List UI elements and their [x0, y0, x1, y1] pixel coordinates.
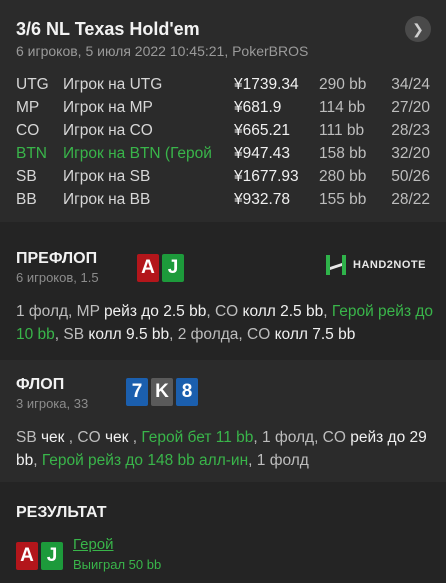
player-position: CO	[16, 122, 40, 139]
player-stats: 28/22	[391, 191, 430, 208]
players-table: UTG Игрок на UTG ¥1739.34 290 bb 34/24 M…	[0, 74, 446, 212]
player-stack-bb: 114 bb	[319, 99, 366, 116]
player-row: BB Игрок на BB ¥932.78 155 bb 28/22	[0, 189, 446, 212]
action-context: ,	[323, 303, 332, 320]
card: A	[16, 542, 38, 570]
action-context: ,	[33, 452, 42, 469]
action-context: SB	[16, 429, 41, 446]
player-name[interactable]: Игрок на SB	[63, 168, 227, 186]
action-text: колл 9.5 bb	[88, 326, 170, 343]
preflop-title: ПРЕФЛОП	[16, 250, 98, 267]
player-stack: ¥1739.34	[234, 76, 299, 93]
player-row: CO Игрок на CO ¥665.21 111 bb 28/23	[0, 120, 446, 143]
hand-header: 3/6 NL Texas Hold'em 6 игроков, 5 июля 2…	[0, 0, 446, 222]
flop-title: ФЛОП	[16, 376, 65, 393]
player-position: BTN	[16, 145, 47, 162]
player-row-hero: BTN Игрок на BTN (Герой ¥947.43 158 bb 3…	[0, 143, 446, 166]
player-position: SB	[16, 168, 37, 185]
hand-title: 3/6 NL Texas Hold'em	[16, 19, 200, 39]
player-name[interactable]: Игрок на BB	[63, 191, 227, 209]
player-stack-bb: 155 bb	[319, 191, 367, 208]
action-text: колл 7.5 bb	[274, 326, 356, 343]
player-name[interactable]: Игрок на BTN (Герой	[63, 145, 227, 163]
preflop-actions: 1 фолд, MP рейз до 2.5 bb, CO колл 2.5 b…	[16, 300, 436, 346]
player-stats: 34/24	[391, 76, 430, 93]
player-position: BB	[16, 191, 37, 208]
player-stack-bb: 111 bb	[319, 122, 365, 139]
action-text: колл 2.5 bb	[242, 303, 324, 320]
action-context: , 2 фолда, CO	[169, 326, 275, 343]
player-stack: ¥1677.93	[234, 168, 299, 185]
preflop-section: ПРЕФЛОП 6 игроков, 1.5 A J HAND2NOTE 1 ф…	[0, 222, 446, 360]
chevron-right-icon[interactable]: ❯	[405, 16, 431, 42]
flop-subtitle: 3 игрока, 33	[16, 396, 89, 411]
player-stats: 27/20	[391, 99, 430, 116]
action-context: , SB	[54, 326, 89, 343]
hero-action: Герой бет 11 bb	[141, 429, 254, 446]
player-name[interactable]: Игрок на MP	[63, 99, 227, 117]
player-stack: ¥947.43	[234, 145, 291, 162]
preflop-subtitle: 6 игроков, 1.5	[16, 270, 99, 285]
player-row: UTG Игрок на UTG ¥1739.34 290 bb 34/24	[0, 74, 446, 97]
action-context: , CO	[206, 303, 243, 320]
result-title: РЕЗУЛЬТАТ	[16, 504, 107, 521]
result-section: РЕЗУЛЬТАТ A J Герой Выиграл 50 bb	[0, 482, 446, 583]
card: 8	[176, 378, 198, 406]
hand2note-logo: HAND2NOTE	[325, 254, 426, 276]
action-text: чек	[104, 429, 129, 446]
logo-text: HAND2NOTE	[353, 259, 426, 271]
card: J	[41, 542, 63, 570]
flop-actions: SB чек , CO чек , Герой бет 11 bb, 1 фол…	[16, 426, 436, 472]
result-win-text: Выиграл 50 bb	[73, 557, 162, 572]
player-row: MP Игрок на MP ¥681.9 114 bb 27/20	[0, 97, 446, 120]
flop-section: ФЛОП 3 игрока, 33 7 K 8 SB чек , CO чек …	[0, 360, 446, 482]
action-context: , CO	[64, 429, 105, 446]
card: J	[162, 254, 184, 282]
player-position: UTG	[16, 76, 49, 93]
action-context: , 1 фолд	[248, 452, 309, 469]
player-stats: 32/20	[391, 145, 430, 162]
action-context: , 1 фолд, CO	[253, 429, 351, 446]
card: A	[137, 254, 159, 282]
action-text: рейз до 2.5 bb	[103, 303, 207, 320]
action-context: ,	[128, 429, 142, 446]
action-context: 1 фолд, MP	[16, 303, 104, 320]
player-position: MP	[16, 99, 40, 116]
player-stack-bb: 290 bb	[319, 76, 367, 93]
player-stack: ¥665.21	[234, 122, 291, 139]
player-name[interactable]: Игрок на CO	[63, 122, 227, 140]
player-stack-bb: 280 bb	[319, 168, 367, 185]
player-name[interactable]: Игрок на UTG	[63, 76, 227, 94]
player-stats: 50/26	[391, 168, 430, 185]
player-stats: 28/23	[391, 122, 430, 139]
hero-action: Герой рейз до 148 bb алл-ин	[41, 452, 249, 469]
result-hero-link[interactable]: Герой	[73, 536, 114, 553]
player-row: SB Игрок на SB ¥1677.93 280 bb 50/26	[0, 166, 446, 189]
player-stack-bb: 158 bb	[319, 145, 367, 162]
hand2note-icon	[326, 255, 346, 275]
player-stack: ¥932.78	[234, 191, 291, 208]
result-cards: A J	[16, 542, 63, 570]
board-cards: 7 K 8	[126, 378, 198, 406]
player-stack: ¥681.9	[234, 99, 282, 116]
card: K	[151, 378, 173, 406]
hand-subtitle: 6 игроков, 5 июля 2022 10:45:21, PokerBR…	[16, 43, 309, 59]
card: 7	[126, 378, 148, 406]
action-text: чек	[40, 429, 65, 446]
hero-cards: A J	[137, 254, 184, 282]
